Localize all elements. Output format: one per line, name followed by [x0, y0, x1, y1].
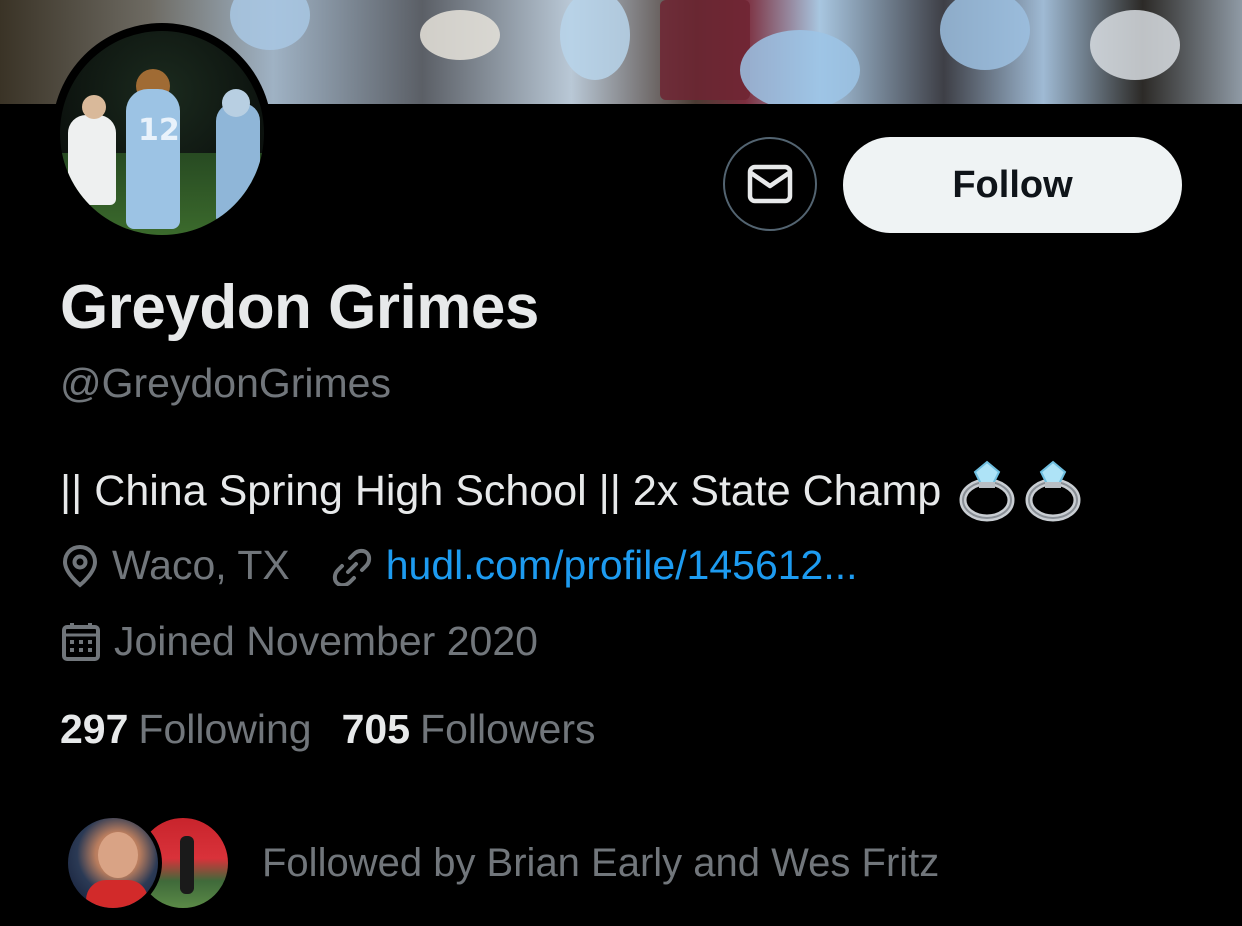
- ring-icon: [1025, 460, 1081, 522]
- website-link[interactable]: hudl.com/profile/145612...: [386, 542, 858, 589]
- followers-count: 705: [341, 706, 411, 752]
- profile-joined-row: Joined November 2020: [60, 618, 538, 665]
- followed-by-text: Followed by Brian Early and Wes Fritz: [262, 840, 940, 885]
- joined-text: Joined November 2020: [114, 618, 538, 664]
- avatar-photo: 12: [60, 31, 264, 235]
- profile-page: 12 Follow Greydon Grimes @GreydonGrimes …: [0, 0, 1242, 926]
- link-icon: [332, 548, 371, 586]
- followers-label: Followers: [420, 706, 596, 752]
- bio-emoji: [959, 460, 1081, 522]
- profile-handle: @GreydonGrimes: [60, 360, 391, 406]
- follow-button[interactable]: Follow: [843, 137, 1182, 233]
- calendar-icon: [62, 622, 100, 661]
- followed-by-row[interactable]: Followed by Brian Early and Wes Fritz: [64, 814, 939, 912]
- location-text: Waco, TX: [112, 542, 290, 588]
- location-pin-icon: [62, 544, 98, 588]
- profile-bio: || China Spring High School || 2x State …: [60, 460, 1081, 522]
- profile-stats: 297 Following 705 Followers: [60, 706, 625, 753]
- ring-icon: [959, 460, 1015, 522]
- bio-text: || China Spring High School || 2x State …: [60, 466, 942, 515]
- following-stat[interactable]: 297 Following: [60, 706, 312, 753]
- website[interactable]: hudl.com/profile/145612...: [330, 542, 858, 589]
- follower-avatar: [64, 814, 162, 912]
- message-button[interactable]: [723, 137, 817, 231]
- location: Waco, TX: [60, 542, 290, 589]
- following-label: Following: [138, 706, 312, 752]
- following-count: 297: [60, 706, 129, 752]
- joined-date: Joined November 2020: [60, 618, 538, 665]
- profile-avatar[interactable]: 12: [52, 23, 272, 243]
- profile-meta-row: Waco, TX hudl.com/profile/145612...: [60, 542, 858, 589]
- envelope-icon: [747, 164, 793, 204]
- profile-name: Greydon Grimes: [60, 273, 539, 342]
- followers-stat[interactable]: 705 Followers: [342, 706, 596, 753]
